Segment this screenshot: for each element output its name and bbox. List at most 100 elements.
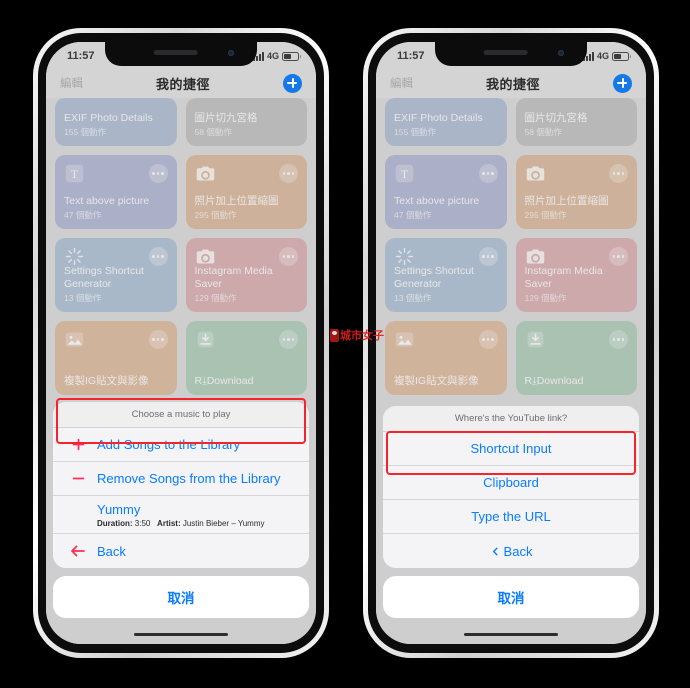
page-title: 我的捷徑 — [485, 76, 540, 92]
more-options-icon[interactable] — [609, 330, 628, 349]
plus-circle-icon[interactable] — [612, 73, 632, 93]
song-title: Yummy — [97, 501, 141, 517]
more-options-icon[interactable] — [148, 247, 168, 266]
shortcut-card[interactable]: T Text above picture 47 個動作 — [385, 155, 507, 229]
more-options-icon[interactable] — [478, 330, 498, 349]
action-remove-songs[interactable]: Remove Songs from the Library — [53, 462, 309, 496]
nav-bar-left: 編輯 我的捷徑 — [46, 68, 316, 98]
shortcut-subtitle: 155 個動作 — [64, 127, 107, 137]
status-right-cluster: 4G — [582, 50, 631, 61]
shortcut-title: EXIF Photo Details — [64, 111, 153, 124]
text-icon: T — [64, 163, 85, 184]
shortcut-title: Settings Shortcut Generator — [394, 265, 474, 290]
duration-label: Duration: — [97, 518, 133, 528]
action-song-detail[interactable]: Yummy Duration: 3:50 Artist: Justin Bieb… — [53, 496, 309, 534]
shortcut-card[interactable]: R⤓Download — [515, 321, 637, 395]
action-label: Clipboard — [483, 475, 539, 490]
home-indicator — [134, 632, 228, 636]
more-options-icon[interactable] — [148, 164, 168, 183]
shortcut-grid: EXIF Photo Details 155 個動作 圖片切九宮格 58 個動作… — [376, 98, 646, 395]
phone-left: 11:57 4G 編輯 我的捷徑 EXIF Photo Details 155 … — [33, 28, 329, 658]
cancel-button[interactable]: 取消 — [383, 576, 639, 618]
phone-right-bezel: 11:57 4G 編輯 我的捷徑 EXIF Photo Details 155 … — [368, 33, 654, 653]
shortcut-title: Text above picture — [394, 194, 480, 207]
shortcut-card[interactable]: EXIF Photo Details 155 個動作 — [55, 98, 177, 146]
arrow-left-icon — [69, 542, 87, 560]
shortcut-subtitle: 58 個動作 — [524, 127, 562, 137]
shortcut-card[interactable]: 圖片切九宮格 58 個動作 — [515, 98, 637, 146]
action-label: Type the URL — [471, 509, 551, 524]
action-clipboard[interactable]: Clipboard — [383, 466, 639, 500]
action-back[interactable]: Back — [53, 534, 309, 568]
shortcut-title: 照片加上位置縮圖 — [194, 194, 279, 207]
sparkle-icon — [64, 246, 85, 267]
edit-button[interactable]: 編輯 — [390, 75, 413, 91]
shortcut-subtitle: 47 個動作 — [394, 210, 432, 220]
shortcut-subtitle: 13 個動作 — [64, 293, 102, 303]
home-indicator — [464, 632, 558, 636]
shortcut-title: 圖片切九宮格 — [194, 111, 258, 124]
nav-bar-right: 編輯 我的捷徑 — [376, 68, 646, 98]
photo-icon — [64, 329, 85, 350]
action-label: Back — [97, 543, 126, 559]
shortcut-card[interactable]: T Text above picture 47 個動作 — [55, 155, 177, 229]
more-options-icon[interactable] — [279, 330, 298, 349]
shortcut-card[interactable]: 複製IG貼文與影像 — [55, 321, 177, 395]
front-camera — [228, 50, 234, 56]
shortcut-card[interactable]: Settings Shortcut Generator 13 個動作 — [385, 238, 507, 312]
shortcut-title: 圖片切九宮格 — [524, 111, 588, 124]
action-back[interactable]: Back — [383, 534, 639, 568]
plus-circle-icon[interactable] — [282, 73, 302, 93]
shortcut-subtitle: 47 個動作 — [64, 210, 102, 220]
shortcut-card[interactable]: Instagram Media Saver 129 個動作 — [515, 238, 637, 312]
shortcut-card[interactable]: 照片加上位置縮圖 295 個動作 — [515, 155, 637, 229]
sparkle-icon — [394, 246, 415, 267]
shortcut-card[interactable]: Settings Shortcut Generator 13 個動作 — [55, 238, 177, 312]
action-label: Back — [503, 543, 533, 559]
action-sheet-title: Choose a music to play — [53, 402, 309, 428]
action-label: Shortcut Input — [470, 441, 552, 456]
screenshot-canvas: 11:57 4G 編輯 我的捷徑 EXIF Photo Details 155 … — [0, 0, 690, 688]
action-add-songs[interactable]: Add Songs to the Library — [53, 428, 309, 462]
shortcut-card[interactable]: 圖片切九宮格 58 個動作 — [185, 98, 307, 146]
shortcut-title: R⤓Download — [194, 374, 254, 387]
more-options-icon[interactable] — [478, 247, 498, 266]
phone-right: 11:57 4G 編輯 我的捷徑 EXIF Photo Details 155 … — [363, 28, 659, 658]
shortcut-title: 複製IG貼文與影像 — [64, 374, 149, 387]
action-sheet-left: Choose a music to play Add Songs to the … — [53, 402, 309, 618]
action-label: Remove Songs from the Library — [97, 471, 281, 486]
shortcut-subtitle: 295 個動作 — [524, 210, 567, 220]
earpiece-speaker — [483, 50, 528, 55]
shortcut-card[interactable]: 複製IG貼文與影像 — [385, 321, 507, 395]
camera-icon — [525, 163, 546, 184]
watermark-logo-icon — [330, 328, 339, 342]
download-icon — [195, 329, 216, 350]
notch — [435, 42, 587, 66]
camera-icon — [195, 246, 216, 267]
shortcut-title: 照片加上位置縮圖 — [524, 194, 609, 207]
shortcut-card[interactable]: R⤓Download — [185, 321, 307, 395]
status-time: 11:57 — [67, 50, 95, 62]
plus-icon — [69, 436, 87, 454]
shortcut-card[interactable]: 照片加上位置縮圖 295 個動作 — [185, 155, 307, 229]
edit-button[interactable]: 編輯 — [60, 75, 83, 91]
artist-value: Justin Bieber – Yummy — [182, 518, 265, 528]
status-time: 11:57 — [397, 50, 425, 62]
watermark-text: 城市女子 — [340, 330, 384, 342]
more-options-icon[interactable] — [148, 330, 168, 349]
network-label: 4G — [266, 50, 279, 61]
cancel-button[interactable]: 取消 — [53, 576, 309, 618]
more-options-icon[interactable] — [478, 164, 498, 183]
shortcut-card[interactable]: Instagram Media Saver 129 個動作 — [185, 238, 307, 312]
action-sheet-title: Where's the YouTube link? — [383, 406, 639, 432]
shortcut-title: Instagram Media Saver — [194, 265, 273, 290]
more-options-icon[interactable] — [609, 247, 628, 266]
action-type-url[interactable]: Type the URL — [383, 500, 639, 534]
shortcut-card[interactable]: EXIF Photo Details 155 個動作 — [385, 98, 507, 146]
shortcut-subtitle: 129 個動作 — [524, 293, 567, 303]
network-label: 4G — [596, 50, 609, 61]
more-options-icon[interactable] — [279, 247, 298, 266]
more-options-icon[interactable] — [609, 164, 628, 183]
action-shortcut-input[interactable]: Shortcut Input — [383, 432, 639, 466]
more-options-icon[interactable] — [279, 164, 298, 183]
